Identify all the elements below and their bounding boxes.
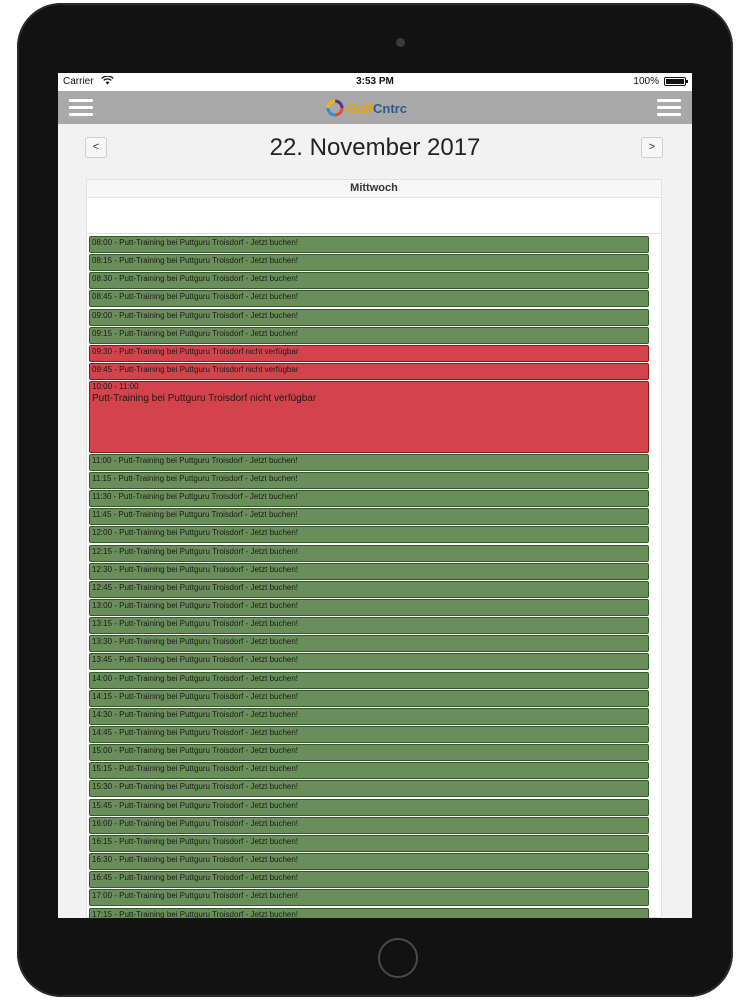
event-label: 08:00 - Putt-Training bei Puttguru Trois… [92,238,299,247]
allday-row [87,197,661,234]
event-label: 15:45 - Putt-Training bei Puttguru Trois… [92,801,299,810]
event-slot[interactable]: 14:30 - Putt-Training bei Puttguru Trois… [89,708,649,725]
event-label: 17:00 - Putt-Training bei Puttguru Trois… [92,891,299,900]
event-label: 14:30 - Putt-Training bei Puttguru Trois… [92,710,299,719]
event-label: 16:45 - Putt-Training bei Puttguru Trois… [92,873,299,882]
hamburger-menu-icon[interactable] [69,97,93,117]
event-time-range: 10:00 - 11:00 [92,382,139,391]
event-label: 13:15 - Putt-Training bei Puttguru Trois… [92,619,299,628]
event-label: 16:15 - Putt-Training bei Puttguru Trois… [92,837,299,846]
event-label: 12:45 - Putt-Training bei Puttguru Trois… [92,583,299,592]
event-slot[interactable]: 12:15 - Putt-Training bei Puttguru Trois… [89,545,649,562]
event-label: 15:30 - Putt-Training bei Puttguru Trois… [92,782,299,791]
event-slot[interactable]: 15:00 - Putt-Training bei Puttguru Trois… [89,744,649,761]
event-label: 14:15 - Putt-Training bei Puttguru Trois… [92,692,299,701]
event-slot[interactable]: 08:30 - Putt-Training bei Puttguru Trois… [89,272,649,289]
event-label: 13:00 - Putt-Training bei Puttguru Trois… [92,601,299,610]
event-slot[interactable]: 15:15 - Putt-Training bei Puttguru Trois… [89,762,649,779]
app-navbar: GolfCntrc [58,91,692,124]
battery-percent: 100% [633,76,659,87]
event-slot[interactable]: 16:00 - Putt-Training bei Puttguru Trois… [89,817,649,834]
event-label: 11:00 - Putt-Training bei Puttguru Trois… [92,456,298,465]
event-slot[interactable]: 08:00 - Putt-Training bei Puttguru Trois… [89,236,649,253]
event-slot[interactable]: 13:00 - Putt-Training bei Puttguru Trois… [89,599,649,616]
event-label: 17:15 - Putt-Training bei Puttguru Trois… [92,910,299,918]
event-slot[interactable]: 09:15 - Putt-Training bei Puttguru Trois… [89,327,649,344]
event-slot[interactable]: 14:15 - Putt-Training bei Puttguru Trois… [89,690,649,707]
event-slot[interactable]: 15:45 - Putt-Training bei Puttguru Trois… [89,799,649,816]
event-label: 11:15 - Putt-Training bei Puttguru Trois… [92,474,298,483]
event-label: 16:30 - Putt-Training bei Puttguru Trois… [92,855,299,864]
golfcntrc-logo[interactable]: GolfCntrc [325,97,407,119]
event-label: 08:45 - Putt-Training bei Puttguru Trois… [92,292,299,301]
event-slot[interactable]: 12:45 - Putt-Training bei Puttguru Trois… [89,581,649,598]
event-label: 11:45 - Putt-Training bei Puttguru Trois… [92,510,298,519]
event-slot[interactable]: 14:45 - Putt-Training bei Puttguru Trois… [89,726,649,743]
event-label: 09:00 - Putt-Training bei Puttguru Trois… [92,311,299,320]
event-label: 12:00 - Putt-Training bei Puttguru Trois… [92,528,299,537]
event-label: 16:00 - Putt-Training bei Puttguru Trois… [92,819,299,828]
event-slot[interactable]: 17:00 - Putt-Training bei Puttguru Trois… [89,889,649,906]
event-slot[interactable]: 16:15 - Putt-Training bei Puttguru Trois… [89,835,649,852]
event-slot[interactable]: 13:30 - Putt-Training bei Puttguru Trois… [89,635,649,652]
event-slot[interactable]: 14:00 - Putt-Training bei Puttguru Trois… [89,672,649,689]
event-slot[interactable]: 17:15 - Putt-Training bei Puttguru Trois… [89,908,649,918]
event-label: 08:30 - Putt-Training bei Puttguru Trois… [92,274,299,283]
event-slot[interactable]: 11:30 - Putt-Training bei Puttguru Trois… [89,490,649,507]
status-time: 3:53 PM [356,76,394,87]
app-screen: Carrier 3:53 PM 100% GolfCntrc < 22. Nov… [58,73,692,918]
event-slot[interactable]: 09:00 - Putt-Training bei Puttguru Trois… [89,309,649,326]
event-slot[interactable]: 12:30 - Putt-Training bei Puttguru Trois… [89,563,649,580]
event-label: 09:30 - Putt-Training bei Puttguru Trois… [92,347,299,356]
event-label: 15:15 - Putt-Training bei Puttguru Trois… [92,764,299,773]
event-slot[interactable]: 16:30 - Putt-Training bei Puttguru Trois… [89,853,649,870]
event-label: 13:30 - Putt-Training bei Puttguru Trois… [92,637,299,646]
event-slot[interactable]: 08:15 - Putt-Training bei Puttguru Trois… [89,254,649,271]
home-button[interactable] [378,938,418,978]
event-slot[interactable]: 13:15 - Putt-Training bei Puttguru Trois… [89,617,649,634]
event-slot[interactable]: 16:45 - Putt-Training bei Puttguru Trois… [89,871,649,888]
battery-icon [664,77,688,86]
event-slot[interactable]: 11:15 - Putt-Training bei Puttguru Trois… [89,472,649,489]
event-slot[interactable]: 08:45 - Putt-Training bei Puttguru Trois… [89,290,649,307]
event-slot[interactable]: 09:30 - Putt-Training bei Puttguru Trois… [89,345,649,362]
logo-text-cntrc: Cntrc [373,100,407,116]
date-title: 22. November 2017 [269,134,481,161]
day-calendar: Mittwoch 08:00 - Putt-Training bei Puttg… [86,179,662,918]
event-label: 13:45 - Putt-Training bei Puttguru Trois… [92,655,299,664]
event-label: 09:45 - Putt-Training bei Puttguru Trois… [92,365,299,374]
event-slot[interactable]: 09:45 - Putt-Training bei Puttguru Trois… [89,363,649,380]
event-slot[interactable]: 11:00 - Putt-Training bei Puttguru Trois… [89,454,649,471]
event-slot[interactable]: 10:00 - 11:00 Putt-Training bei Puttguru … [89,381,649,453]
event-slot[interactable]: 15:30 - Putt-Training bei Puttguru Trois… [89,780,649,797]
event-label: 08:15 - Putt-Training bei Puttguru Trois… [92,256,299,265]
event-label: 14:00 - Putt-Training bei Puttguru Trois… [92,674,299,683]
event-label: 15:00 - Putt-Training bei Puttguru Trois… [92,746,299,755]
status-bar: Carrier 3:53 PM 100% [58,73,692,91]
logo-text-golf: Golf [347,100,373,116]
event-label: 11:30 - Putt-Training bei Puttguru Trois… [92,492,298,501]
next-day-button[interactable]: > [641,137,663,158]
event-slot[interactable]: 13:45 - Putt-Training bei Puttguru Trois… [89,653,649,670]
day-header: Mittwoch [87,180,661,198]
event-slot[interactable]: 11:45 - Putt-Training bei Puttguru Trois… [89,508,649,525]
logo-mark-icon [326,99,344,117]
camera-icon [396,38,405,47]
event-label: 12:15 - Putt-Training bei Puttguru Trois… [92,547,299,556]
event-label: 14:45 - Putt-Training bei Puttguru Trois… [92,728,299,737]
event-label: 09:15 - Putt-Training bei Puttguru Trois… [92,329,299,338]
event-label: Putt-Training bei Puttguru Troisdorf nic… [92,393,317,404]
calendar-view: < 22. November 2017 > Mittwoch 08:00 - P… [58,124,692,918]
event-slot[interactable]: 12:00 - Putt-Training bei Puttguru Trois… [89,526,649,543]
logo-text: GolfCntrc [347,101,407,116]
hamburger-menu-right-icon[interactable] [657,97,681,117]
event-label: 12:30 - Putt-Training bei Puttguru Trois… [92,565,299,574]
